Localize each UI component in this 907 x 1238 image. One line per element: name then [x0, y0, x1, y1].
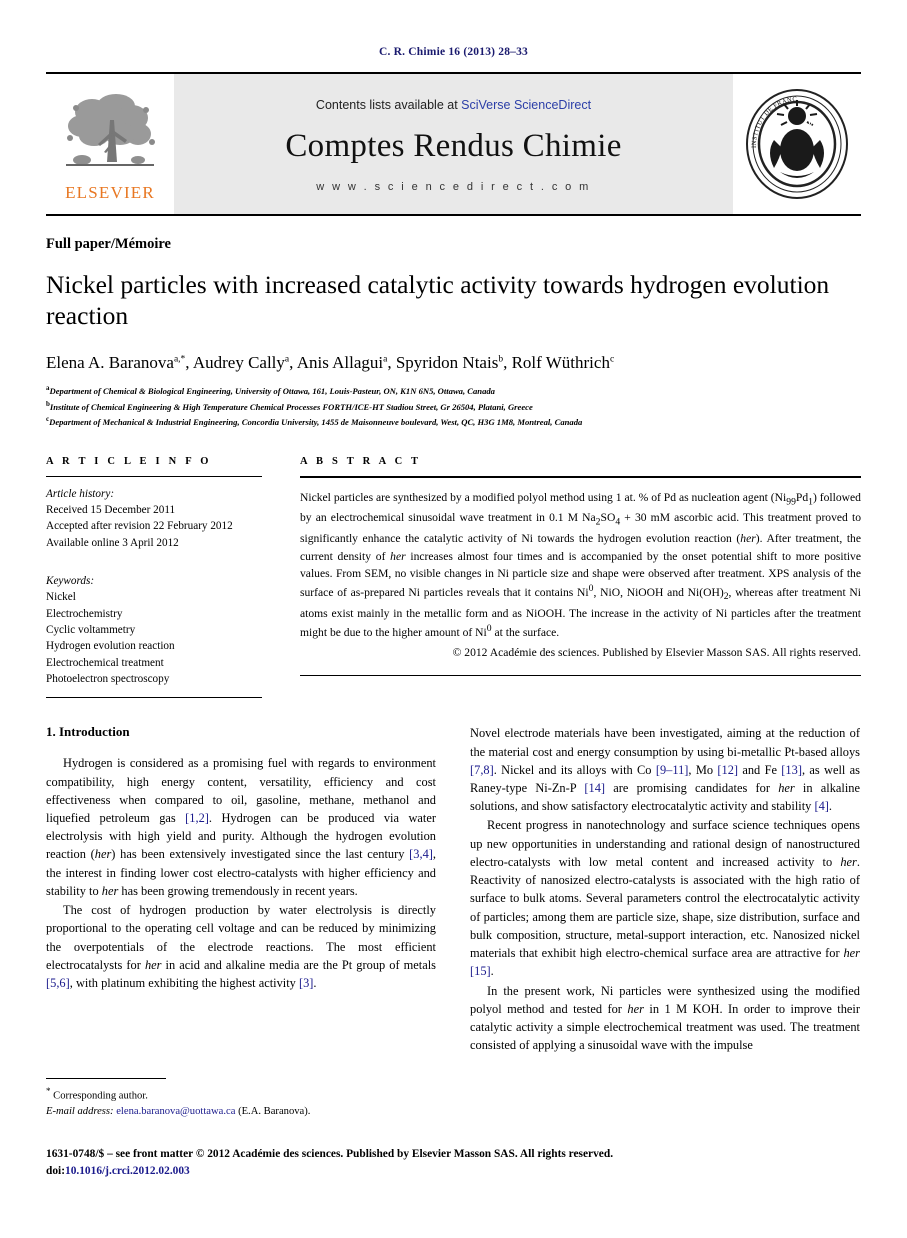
doi-link[interactable]: 10.1016/j.crci.2012.02.003 [65, 1165, 190, 1177]
keyword-item: Electrochemistry [46, 607, 123, 620]
affiliation-a: aDepartment of Chemical & Biological Eng… [46, 383, 861, 398]
corresponding-mark: * [46, 1086, 51, 1096]
keyword-item: Cyclic voltammetry [46, 623, 136, 636]
abstract-copyright: © 2012 Académie des sciences. Published … [452, 645, 861, 659]
body-column-left: 1. Introduction Hydrogen is considered a… [46, 724, 436, 1055]
affiliation-list: aDepartment of Chemical & Biological Eng… [46, 383, 861, 429]
affiliation-text-a: Department of Chemical & Biological Engi… [49, 386, 495, 397]
paragraph: Hydrogen is considered as a promising fu… [46, 756, 437, 898]
author-list: Elena A. Baranovaa,*, Audrey Callya, Ani… [46, 353, 615, 373]
svg-text:16: 16 [773, 114, 784, 126]
keyword-item: Photoelectron spectroscopy [46, 672, 170, 685]
affiliation-b: bInstitute of Chemical Engineering & Hig… [46, 399, 861, 414]
body-column-right: Novel electrode materials have been inve… [470, 724, 860, 1055]
article-history-block: Article history: Received 15 December 20… [46, 486, 262, 551]
page-title: Nickel particles with increased catalyti… [46, 270, 830, 331]
keyword-item: Nickel [46, 591, 76, 604]
affiliation-text-c: Department of Mechanical & Industrial En… [49, 416, 583, 427]
corresponding-author-footnote: * Corresponding author. E-mail address: … [46, 1078, 436, 1119]
page-footer: 1631-0748/$ – see front matter © 2012 Ac… [46, 1146, 861, 1180]
doi-line: doi:10.1016/j.crci.2012.02.003 [46, 1163, 861, 1180]
paragraph: In the present work, Ni particles were s… [470, 983, 860, 1053]
svg-text:66: 66 [808, 116, 819, 128]
publisher-logo: ELSEVIER [46, 74, 174, 214]
info-abstract-row: A R T I C L E I N F O Article history: R… [46, 456, 861, 699]
article-info-rule-top [46, 475, 262, 477]
article-kind: Full paper/Mémoire [46, 236, 171, 252]
abstract-heading: A B S T R A C T [300, 455, 422, 467]
contents-prefix: Contents lists available at [315, 97, 462, 112]
paragraph: Recent progress in nanotechnology and su… [470, 818, 860, 979]
article-body: 1. Introduction Hydrogen is considered a… [46, 724, 861, 1055]
running-head: C. R. Chimie 16 (2013) 28–33 [378, 46, 529, 58]
article-info-rule-bottom [46, 697, 262, 699]
keyword-item: Electrochemical treatment [46, 656, 164, 669]
email-link[interactable]: elena.baranova@uottawa.ca [116, 1106, 235, 1117]
abstract-rule-bottom [300, 675, 861, 677]
elsevier-tree-icon [66, 93, 155, 166]
doi-label: doi: [46, 1165, 65, 1178]
keywords-block: Keywords: Nickel Electrochemistry Cyclic… [46, 573, 262, 687]
academie-seal: 16 66 INSTITUT DE FRANCE [733, 74, 861, 214]
keyword-item: Hydrogen evolution reaction [46, 640, 175, 653]
section-heading-introduction: 1. Introduction [46, 724, 130, 740]
paragraph: The cost of hydrogen production by water… [46, 903, 437, 991]
contents-available-line: Contents lists available at SciVerse Sci… [316, 98, 591, 112]
abstract-column: A B S T R A C T Nickel particles are syn… [300, 456, 861, 699]
journal-title: Comptes Rendus Chimie [285, 127, 622, 164]
email-owner: (E.A. Baranova). [238, 1105, 311, 1117]
academie-des-sciences-seal-icon: 16 66 INSTITUT DE FRANCE [744, 88, 848, 199]
journal-website-url[interactable]: w w w . s c i e n c e d i r e c t . c o … [316, 181, 590, 193]
article-history-label: Article history: [46, 487, 115, 500]
history-accepted: Accepted after revision 22 February 2012 [46, 520, 233, 533]
corresponding-author-line: * Corresponding author. [46, 1085, 436, 1104]
paragraph: Novel electrode materials have been inve… [470, 726, 860, 814]
affiliation-text-b: Institute of Chemical Engineering & High… [49, 401, 533, 412]
keywords-label: Keywords: [46, 574, 95, 587]
history-received: Received 15 December 2011 [46, 503, 176, 516]
journal-masthead: ELSEVIER Contents lists available at Sci… [46, 72, 861, 216]
corresponding-text: Corresponding author. [53, 1090, 148, 1102]
footnote-rule [46, 1078, 166, 1079]
affiliation-c: cDepartment of Mechanical & Industrial E… [46, 414, 861, 429]
abstract-rule-top [300, 475, 861, 478]
email-line: E-mail address: elena.baranova@uottawa.c… [46, 1104, 436, 1119]
history-available-online: Available online 3 April 2012 [46, 536, 179, 549]
sciencedirect-link[interactable]: SciVerse ScienceDirect [461, 98, 591, 112]
email-label: E-mail address: [46, 1105, 114, 1117]
article-info-column: A R T I C L E I N F O Article history: R… [46, 456, 262, 699]
abstract-text: Nickel particles are synthesized by a mo… [300, 490, 862, 640]
article-info-heading: A R T I C L E I N F O [46, 455, 212, 467]
journal-article-page: C. R. Chimie 16 (2013) 28–33 ELSEVIER Co… [0, 0, 907, 1238]
issn-front-matter: 1631-0748/$ – see front matter © 2012 Ac… [46, 1148, 614, 1160]
elsevier-wordmark: ELSEVIER [65, 182, 155, 202]
masthead-center: Contents lists available at SciVerse Sci… [174, 74, 733, 214]
